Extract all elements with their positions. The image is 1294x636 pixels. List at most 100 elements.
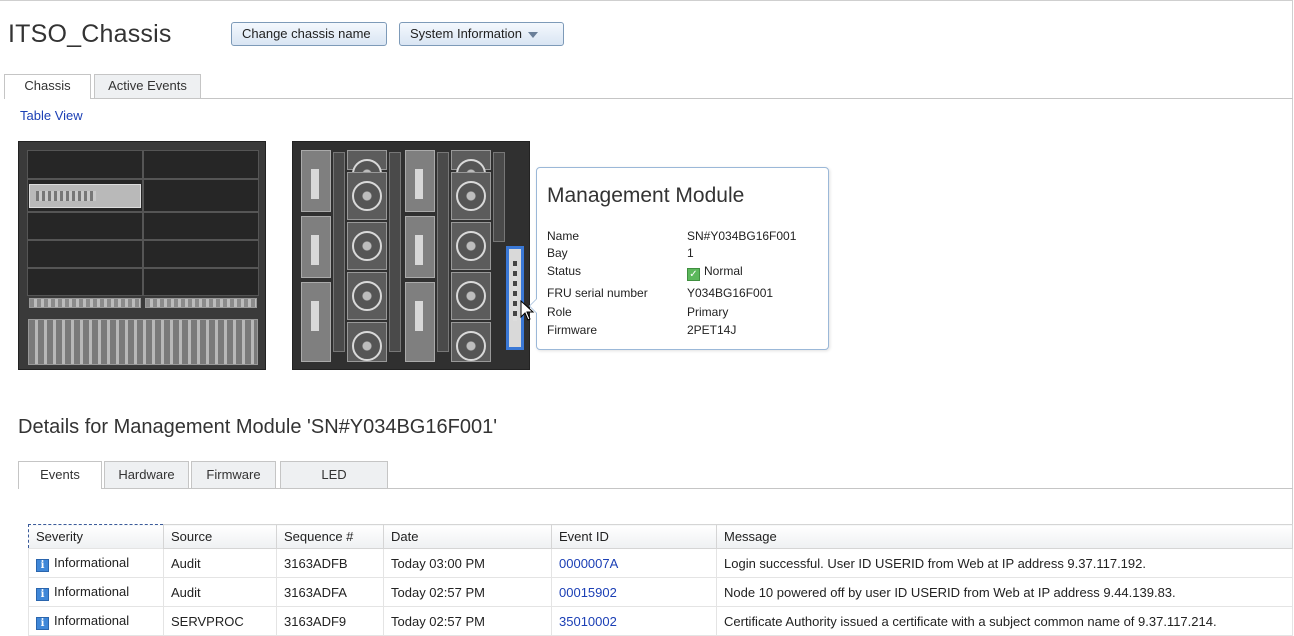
sequence-cell: 3163ADFA xyxy=(276,577,384,607)
power-supply[interactable] xyxy=(301,216,331,278)
column-header-source[interactable]: Source xyxy=(163,524,277,549)
node-bay[interactable] xyxy=(143,150,259,179)
power-supply[interactable] xyxy=(301,150,331,212)
node-bay[interactable] xyxy=(27,150,143,179)
io-module[interactable] xyxy=(389,152,401,352)
management-module-popup: Management Module Name SN#Y034BG16F001 B… xyxy=(529,167,829,350)
message-cell: Login successful. User ID USERID from We… xyxy=(716,548,1293,578)
storage-node-bezel[interactable] xyxy=(29,298,141,308)
fan-module[interactable] xyxy=(451,272,491,320)
prop-key: Firmware xyxy=(547,323,597,337)
compute-node[interactable] xyxy=(29,184,141,208)
chassis-front-view[interactable] xyxy=(18,141,266,370)
chevron-down-icon xyxy=(528,31,538,38)
severity-cell: i Informational xyxy=(28,548,164,578)
event-id-cell: 00015902 xyxy=(551,577,717,607)
change-chassis-name-button[interactable]: Change chassis name xyxy=(231,22,387,46)
source-cell: Audit xyxy=(163,577,277,607)
node-bay[interactable] xyxy=(143,268,259,296)
tab-active-events[interactable]: Active Events xyxy=(94,74,201,98)
fan-module[interactable] xyxy=(451,322,491,362)
power-supply[interactable] xyxy=(301,282,331,362)
table-view-link[interactable]: Table View xyxy=(20,108,83,123)
prop-key: FRU serial number xyxy=(547,286,648,300)
prop-key: Bay xyxy=(547,246,568,260)
power-supply[interactable] xyxy=(405,216,435,278)
event-id-link[interactable]: 00015902 xyxy=(559,585,617,600)
node-bay[interactable] xyxy=(27,240,143,268)
power-supply[interactable] xyxy=(405,282,435,362)
event-id-cell: 0000007A xyxy=(551,548,717,578)
severity-text: Informational xyxy=(54,554,130,570)
tab-events[interactable]: Events xyxy=(18,461,102,489)
message-cell: Certificate Authority issued a certifica… xyxy=(716,606,1293,636)
column-header-date[interactable]: Date xyxy=(383,524,552,549)
storage-node-bezel[interactable] xyxy=(145,298,257,308)
column-header-event-id[interactable]: Event ID xyxy=(551,524,717,549)
power-supply[interactable] xyxy=(405,150,435,212)
popup-pointer xyxy=(529,298,537,314)
tab-hardware[interactable]: Hardware xyxy=(104,461,189,488)
node-bay[interactable] xyxy=(27,212,143,240)
prop-value: SN#Y034BG16F001 xyxy=(687,229,797,243)
details-tabs: Events Hardware Firmware LED xyxy=(18,461,1293,489)
io-module[interactable] xyxy=(437,152,449,352)
column-header-sequence[interactable]: Sequence # xyxy=(276,524,384,549)
severity-cell: i Informational xyxy=(28,606,164,636)
date-cell: Today 03:00 PM xyxy=(383,548,552,578)
check-icon: ✓ xyxy=(687,268,700,281)
system-information-button[interactable]: System Information xyxy=(399,22,564,46)
prop-key: Role xyxy=(547,305,572,319)
fan-module[interactable] xyxy=(451,172,491,220)
io-module[interactable] xyxy=(333,152,345,352)
column-header-severity[interactable]: Severity xyxy=(28,524,164,549)
events-table: Severity Source Sequence # Date Event ID… xyxy=(28,524,1293,636)
tab-firmware[interactable]: Firmware xyxy=(191,461,276,488)
source-cell: SERVPROC xyxy=(163,606,277,636)
fan-module[interactable] xyxy=(347,172,387,220)
view-tabs: Chassis Active Events xyxy=(4,72,1293,99)
fan-module-small[interactable] xyxy=(451,150,491,189)
node-bay[interactable] xyxy=(143,240,259,268)
prop-value-wrapper: ✓ Normal xyxy=(687,263,743,281)
table-row[interactable]: i Informational SERVPROC 3163ADF9 Today 0… xyxy=(28,606,1293,636)
fan-module[interactable] xyxy=(347,272,387,320)
column-header-message[interactable]: Message xyxy=(716,524,1293,549)
info-icon: i xyxy=(36,587,49,601)
details-title: Details for Management Module 'SN#Y034BG… xyxy=(18,416,498,438)
event-id-link[interactable]: 35010002 xyxy=(559,614,617,629)
fan-module[interactable] xyxy=(451,222,491,270)
event-id-cell: 35010002 xyxy=(551,606,717,636)
node-bay[interactable] xyxy=(27,268,143,296)
fan-module[interactable] xyxy=(347,222,387,270)
system-information-label: System Information xyxy=(410,26,522,41)
fan-module-small[interactable] xyxy=(347,150,387,189)
tab-chassis[interactable]: Chassis xyxy=(4,74,91,99)
prop-key: Name xyxy=(547,229,580,243)
tab-led[interactable]: LED xyxy=(280,461,388,488)
severity-text: Informational xyxy=(54,612,130,628)
page-title: ITSO_Chassis xyxy=(8,20,172,48)
node-bay[interactable] xyxy=(143,212,259,240)
prop-value: 1 xyxy=(687,246,694,260)
source-cell: Audit xyxy=(163,548,277,578)
event-id-link[interactable]: 0000007A xyxy=(559,556,618,571)
table-row[interactable]: i Informational Audit 3163ADFA Today 02:5… xyxy=(28,577,1293,607)
severity-cell: i Informational xyxy=(28,577,164,607)
table-header-row: Severity Source Sequence # Date Event ID… xyxy=(28,524,1293,549)
sequence-cell: 3163ADFB xyxy=(276,548,384,578)
severity-text: Informational xyxy=(54,583,130,599)
message-cell: Node 10 powered off by user ID USERID fr… xyxy=(716,577,1293,607)
node-bay[interactable] xyxy=(143,179,259,212)
management-module-selected[interactable] xyxy=(506,246,524,350)
fan-module[interactable] xyxy=(347,322,387,362)
status-text: Normal xyxy=(704,264,743,278)
sequence-cell: 3163ADF9 xyxy=(276,606,384,636)
date-cell: Today 02:57 PM xyxy=(383,606,552,636)
table-row[interactable]: i Informational Audit 3163ADFB Today 03:0… xyxy=(28,548,1293,578)
io-module[interactable] xyxy=(493,152,505,242)
drive-array[interactable] xyxy=(28,319,258,365)
prop-value: 2PET14J xyxy=(687,323,737,337)
chassis-rear-view[interactable] xyxy=(292,141,530,370)
popup-title: Management Module xyxy=(547,184,745,207)
